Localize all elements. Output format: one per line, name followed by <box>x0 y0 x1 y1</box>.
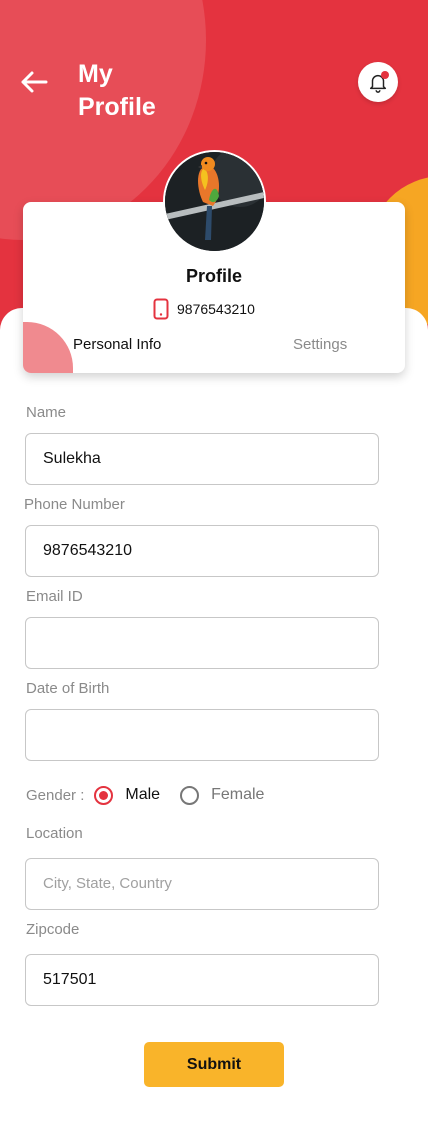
arrow-left-icon <box>21 71 48 93</box>
parrot-photo <box>165 152 264 251</box>
zipcode-input[interactable] <box>25 954 379 1006</box>
email-input[interactable] <box>25 617 379 669</box>
email-label: Email ID <box>26 588 83 605</box>
active-tab-indicator <box>23 322 73 373</box>
smartphone-icon <box>153 298 169 320</box>
name-input[interactable] <box>25 433 379 485</box>
gender-male-radio[interactable]: Male <box>94 785 161 805</box>
radio-checked-icon <box>94 785 114 805</box>
profile-name: Profile <box>185 266 242 286</box>
gender-row: Gender : Male Female <box>26 784 284 806</box>
submit-button[interactable]: Submit <box>144 1042 284 1087</box>
location-input[interactable] <box>25 858 379 910</box>
page-title: My Profile <box>78 60 156 121</box>
phone-label: Phone Number <box>24 496 125 513</box>
zipcode-label: Zipcode <box>26 921 80 938</box>
location-label: Location <box>26 825 83 842</box>
dob-input[interactable] <box>25 709 379 761</box>
tab-settings[interactable]: Settings <box>293 336 347 353</box>
notification-button[interactable] <box>358 62 398 102</box>
gender-female-label: Female <box>211 786 265 803</box>
tab-personal-info[interactable]: Personal Info <box>73 336 161 353</box>
phone-input[interactable] <box>25 525 379 577</box>
radio-unchecked-icon <box>180 785 200 805</box>
name-label: Name <box>26 404 67 421</box>
back-button[interactable] <box>16 64 52 100</box>
profile-phone-row: 9876543210 <box>153 298 255 320</box>
avatar[interactable] <box>163 150 266 253</box>
profile-phone: 9876543210 <box>177 301 255 317</box>
gender-male-label: Male <box>125 786 161 803</box>
gender-female-radio[interactable]: Female <box>180 785 265 805</box>
notification-dot <box>381 71 389 79</box>
dob-label: Date of Birth <box>26 680 110 697</box>
gender-label: Gender : <box>26 786 85 804</box>
